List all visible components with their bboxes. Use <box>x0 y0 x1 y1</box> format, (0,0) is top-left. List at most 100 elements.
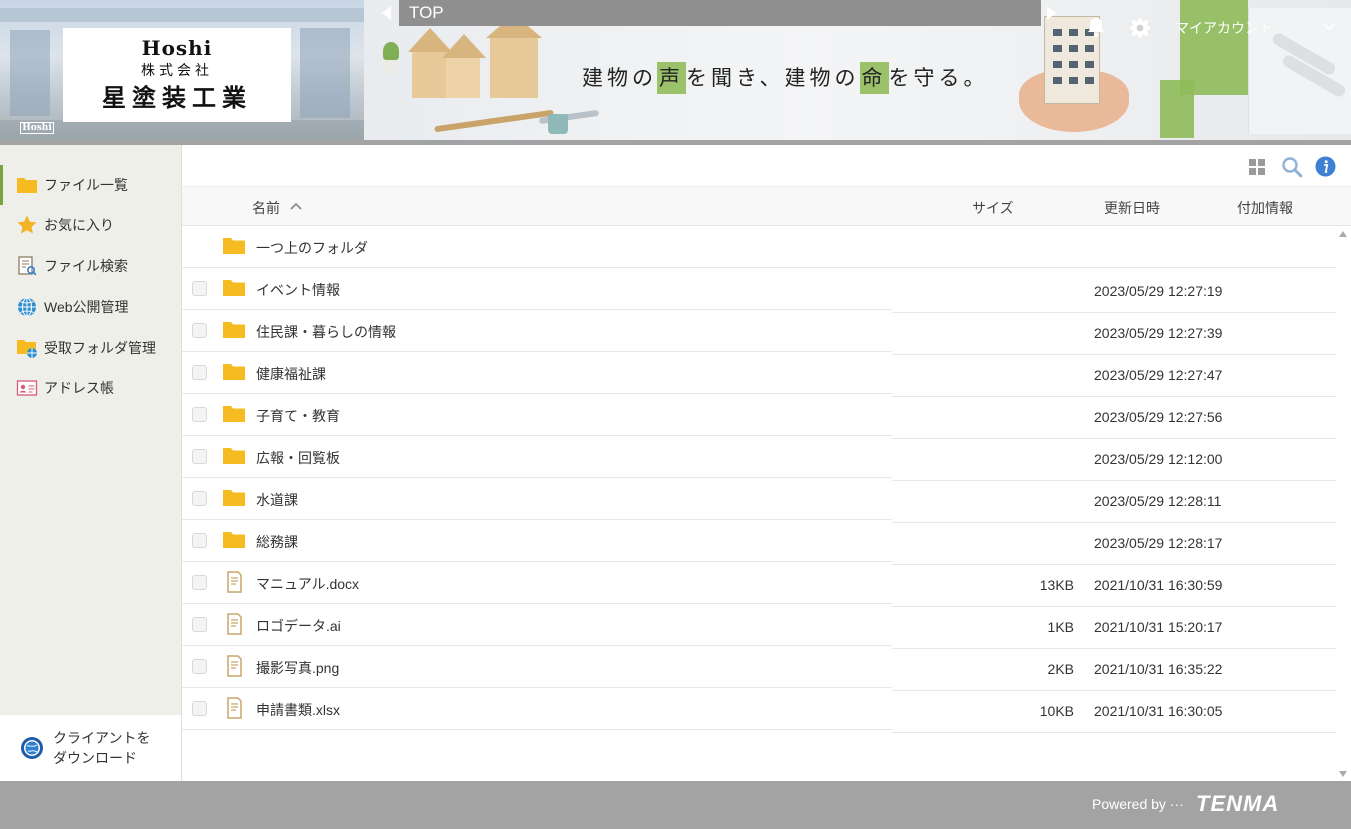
breadcrumb-top[interactable]: TOP <box>409 3 444 22</box>
row-size: 1KB <box>1047 619 1074 635</box>
sidebar-item-address-book[interactable]: アドレス帳 <box>0 368 181 408</box>
folder-row[interactable]: 広報・回覧板 2023/05/29 12:12:00 <box>182 436 1336 481</box>
logo-main-text: 星塗装工業 <box>102 83 252 112</box>
row-checkbox[interactable] <box>192 659 207 674</box>
row-name: 撮影写真.png <box>256 660 340 676</box>
row-name: ロゴデータ.ai <box>256 618 341 634</box>
scroll-down-arrow-icon[interactable] <box>1339 771 1347 777</box>
address-book-icon <box>16 377 38 399</box>
file-list-panel: 名前 サイズ 更新日時 付加情報 一つ上のフォルダ イベント情報 2023/05/… <box>182 145 1351 781</box>
row-updated: 2023/05/29 12:27:56 <box>1094 409 1223 425</box>
file-icon <box>227 655 242 677</box>
gear-icon[interactable] <box>1128 16 1152 40</box>
row-name: 子育て・教育 <box>256 408 340 424</box>
client-download-line1: クライアントを <box>53 730 151 746</box>
row-updated: 2023/05/29 12:27:19 <box>1094 283 1223 299</box>
sidebar-item-favorites[interactable]: お気に入り <box>0 205 181 245</box>
row-size: 10KB <box>1039 703 1074 719</box>
sidebar: ファイル一覧 お気に入り ファイル検索 Web公開管理 受取フォルダ管理 アドレ… <box>0 145 182 781</box>
breadcrumb-bar[interactable]: TOP <box>399 0 1041 26</box>
row-updated: 2021/10/31 16:35:22 <box>1094 661 1223 677</box>
sidebar-item-label: お気に入り <box>44 217 114 233</box>
folder-icon <box>223 238 245 254</box>
sidebar-item-label: Web公開管理 <box>44 299 129 315</box>
bell-icon[interactable] <box>1086 16 1106 38</box>
row-updated: 2023/05/29 12:27:39 <box>1094 325 1223 341</box>
header-name[interactable]: 名前 <box>252 198 280 218</box>
folder-icon <box>223 490 245 506</box>
row-name: 水道課 <box>256 492 298 508</box>
file-row[interactable]: マニュアル.docx 13KB 2021/10/31 16:30:59 <box>182 562 1336 607</box>
row-checkbox[interactable] <box>192 533 207 548</box>
row-updated: 2023/05/29 12:28:11 <box>1094 493 1222 509</box>
folder-icon <box>223 322 245 338</box>
file-table-header: 名前 サイズ 更新日時 付加情報 <box>182 186 1351 226</box>
row-checkbox[interactable] <box>192 491 207 506</box>
logo-en-text: Hoshi <box>141 36 213 60</box>
header-extra-info[interactable]: 付加情報 <box>1237 198 1293 218</box>
row-updated: 2021/10/31 16:30:05 <box>1094 703 1223 719</box>
row-checkbox[interactable] <box>192 617 207 632</box>
row-size: 13KB <box>1039 577 1074 593</box>
sidebar-item-receive-folder[interactable]: 受取フォルダ管理 <box>0 328 181 368</box>
file-search-icon <box>16 255 38 277</box>
info-icon[interactable] <box>1315 156 1336 177</box>
folder-row[interactable]: 水道課 2023/05/29 12:28:11 <box>182 478 1336 523</box>
row-name: 総務課 <box>256 534 298 550</box>
folder-icon <box>16 174 38 196</box>
header-updated[interactable]: 更新日時 <box>1104 198 1160 218</box>
sidebar-item-label: アドレス帳 <box>44 380 114 396</box>
row-checkbox[interactable] <box>192 281 207 296</box>
scroll-up-arrow-icon[interactable] <box>1339 231 1347 237</box>
receive-folder-icon <box>16 337 38 359</box>
tenma-logo[interactable]: TENMA <box>1196 791 1279 817</box>
row-name: 健康福祉課 <box>256 366 326 382</box>
nav-forward-arrow-icon[interactable] <box>1047 6 1056 20</box>
row-checkbox[interactable] <box>192 365 207 380</box>
row-checkbox[interactable] <box>192 701 207 716</box>
my-account-menu[interactable]: マイアカウント <box>1175 18 1273 38</box>
row-checkbox[interactable] <box>192 407 207 422</box>
folder-icon <box>223 406 245 422</box>
row-name: マニュアル.docx <box>256 576 360 592</box>
search-icon[interactable] <box>1281 156 1303 178</box>
row-checkbox[interactable] <box>192 449 207 464</box>
sidebar-item-label: ファイル検索 <box>44 258 128 274</box>
client-download-button[interactable]: クライアントを ダウンロード <box>0 715 181 781</box>
grid-view-icon[interactable] <box>1248 158 1266 176</box>
folder-icon <box>223 448 245 464</box>
row-size: 2KB <box>1047 661 1074 677</box>
parent-folder-row[interactable]: 一つ上のフォルダ <box>182 226 1336 268</box>
file-row[interactable]: ロゴデータ.ai 1KB 2021/10/31 15:20:17 <box>182 604 1336 649</box>
nav-back-arrow-icon[interactable] <box>382 6 391 20</box>
row-checkbox[interactable] <box>192 323 207 338</box>
footer: Powered by ··· TENMA <box>0 781 1351 829</box>
folder-icon <box>223 280 245 296</box>
sidebar-item-web-publish[interactable]: Web公開管理 <box>0 287 181 327</box>
header-size[interactable]: サイズ <box>972 198 1014 218</box>
star-icon <box>16 214 38 236</box>
client-globe-icon <box>21 737 43 759</box>
chevron-down-icon[interactable] <box>1323 22 1335 32</box>
company-logo[interactable]: Hoshi 株式会社 星塗装工業 <box>63 28 291 122</box>
sidebar-item-file-list[interactable]: ファイル一覧 <box>0 165 181 205</box>
sort-ascending-icon[interactable] <box>290 202 302 210</box>
sidebar-item-label: ファイル一覧 <box>44 177 128 193</box>
folder-row[interactable]: 住民課・暮らしの情報 2023/05/29 12:27:39 <box>182 310 1336 355</box>
folder-row[interactable]: 健康福祉課 2023/05/29 12:27:47 <box>182 352 1336 397</box>
sidebar-item-file-search[interactable]: ファイル検索 <box>0 246 181 286</box>
client-download-line2: ダウンロード <box>53 750 137 766</box>
row-checkbox[interactable] <box>192 575 207 590</box>
folder-row[interactable]: 総務課 2023/05/29 12:28:17 <box>182 520 1336 565</box>
folder-icon <box>223 364 245 380</box>
folder-row[interactable]: 子育て・教育 2023/05/29 12:27:56 <box>182 394 1336 439</box>
header: Hoshi Hoshi 株式会社 星塗装工業 建物の声を聞き、建物の命を守る。 <box>0 0 1351 140</box>
folder-icon <box>223 532 245 548</box>
parent-folder-label: 一つ上のフォルダ <box>256 240 368 256</box>
row-name: 広報・回覧板 <box>256 450 340 466</box>
file-row[interactable]: 撮影写真.png 2KB 2021/10/31 16:35:22 <box>182 646 1336 691</box>
vertical-scrollbar[interactable] <box>1336 226 1351 781</box>
file-row[interactable]: 申請書類.xlsx 10KB 2021/10/31 16:30:05 <box>182 688 1336 733</box>
folder-row[interactable]: イベント情報 2023/05/29 12:27:19 <box>182 268 1336 313</box>
file-icon <box>227 697 242 719</box>
